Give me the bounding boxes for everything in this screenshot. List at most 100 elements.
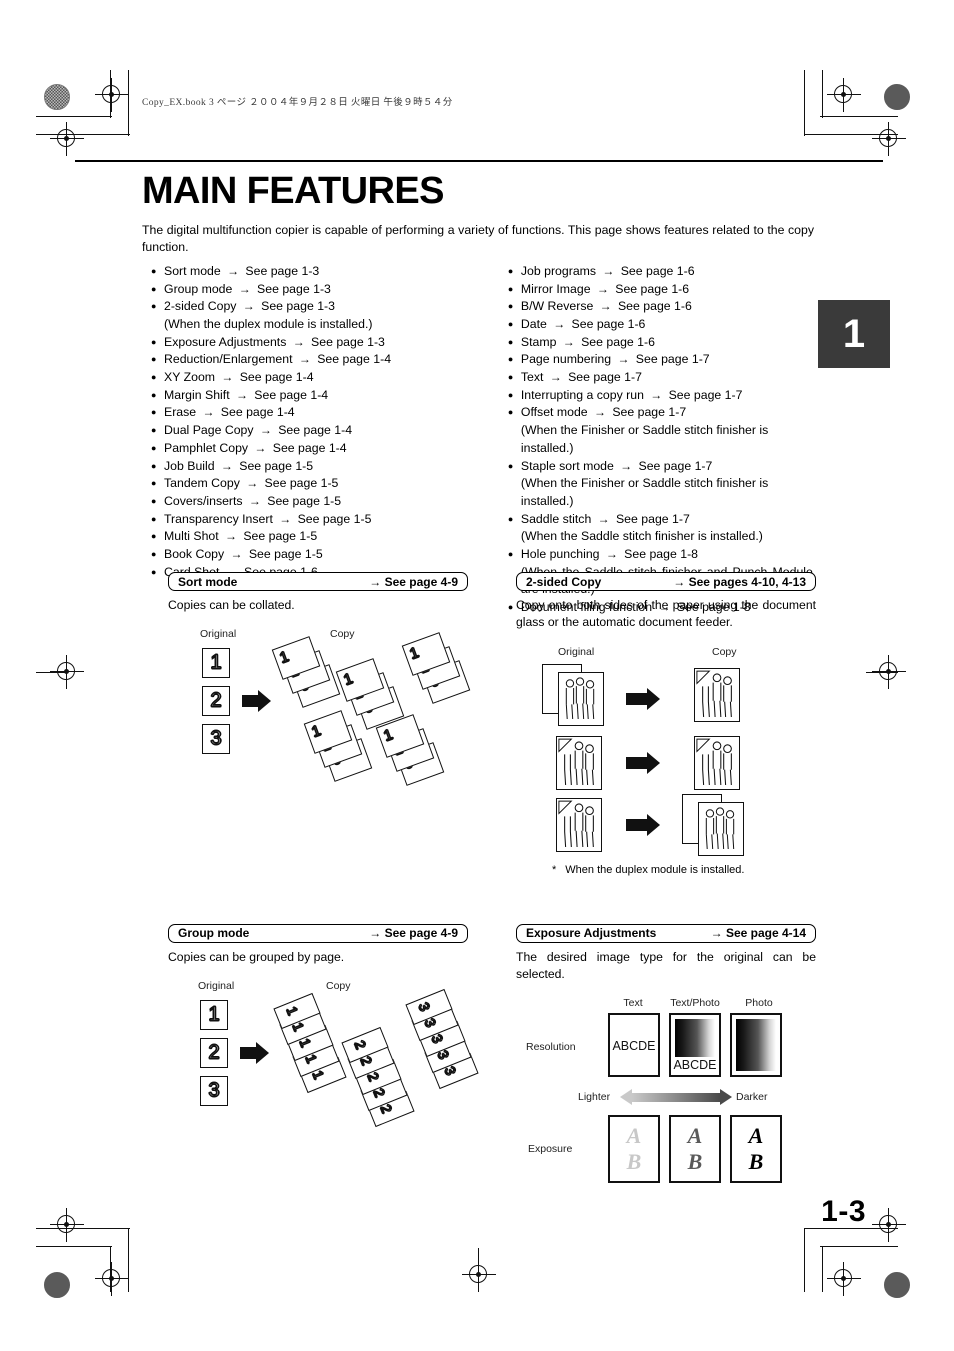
feature-page-ref[interactable]: See page 1-3: [257, 282, 331, 296]
feature-label: Transparency Insert: [164, 511, 273, 526]
page-title: MAIN FEATURES: [142, 170, 444, 212]
copy-set-3-page-1: 1: [407, 644, 422, 664]
copy-set-5-page-1: 1: [381, 726, 396, 746]
expo-col-label-text: Text: [623, 997, 643, 1010]
crop-line-bottom-right-h: [820, 1246, 898, 1248]
panel-desc-group-mode: Copies can be grouped by page.: [168, 949, 345, 964]
feature-page-ref[interactable]: See page 1-3: [245, 264, 319, 278]
panel-row-top: Sort mode → See page 4-9 Copies can be c…: [168, 572, 816, 876]
feature-page-ref[interactable]: See page 1-7: [639, 459, 713, 473]
feature-page-ref[interactable]: See page 1-5: [267, 494, 341, 508]
feature-label: Mirror Image: [520, 281, 591, 296]
figure-sort-mode: Original Copy 1 2 3 1 1 1 1 1: [168, 628, 471, 798]
expo-box-lighter: A B: [608, 1115, 660, 1184]
feature-page-ref[interactable]: See page 1-7: [669, 388, 743, 402]
feature-page-ref[interactable]: See page 1-7: [568, 370, 642, 384]
expo-letter-a-normal: A: [687, 1123, 703, 1149]
panel-ref-sort-mode[interactable]: → See page 4-9: [369, 575, 458, 589]
group-original-sheet-1: 1: [200, 999, 228, 1030]
feature-label: Erase: [164, 405, 197, 420]
feature-item: Date → See page 1-6: [508, 316, 814, 334]
feature-label: Reduction/Enlargement: [164, 352, 293, 367]
group-original-1-number: 1: [208, 1003, 221, 1026]
feature-page-ref[interactable]: See page 1-8: [624, 547, 698, 561]
expo-letter-b-lighter: B: [626, 1149, 642, 1175]
feature-page-ref[interactable]: See page 1-5: [243, 529, 317, 543]
feature-page-ref[interactable]: See page 1-6: [621, 264, 695, 278]
group-stack-3-num-1: 3: [415, 1000, 434, 1014]
feature-page-ref[interactable]: See page 1-6: [581, 335, 655, 349]
feature-page-ref[interactable]: See page 1-7: [616, 512, 690, 526]
arrow-right-icon: →: [242, 476, 262, 491]
feature-page-ref[interactable]: See page 1-6: [618, 299, 692, 313]
feature-page-ref[interactable]: See page 1-4: [221, 405, 295, 419]
feature-page-ref[interactable]: See page 1-5: [239, 459, 313, 473]
feature-page-ref[interactable]: See page 1-5: [249, 547, 323, 561]
feature-item: Job programs → See page 1-6: [508, 263, 814, 281]
feature-page-ref[interactable]: See page 1-4: [317, 352, 391, 366]
people-illustration: [565, 677, 595, 719]
original-sheet-3: 3: [202, 724, 230, 755]
feature-page-ref[interactable]: See page 1-7: [612, 405, 686, 419]
feature-item: Erase → See page 1-4: [151, 404, 473, 422]
feature-page-ref[interactable]: See page 1-4: [278, 423, 352, 437]
feature-page-ref[interactable]: See page 1-5: [298, 512, 372, 526]
panel-two-sided-copy: 2-sided Copy → See pages 4-10, 4-13 Copy…: [516, 572, 816, 876]
feature-item: Page numbering → See page 1-7: [508, 351, 814, 369]
feature-column-right: Job programs → See page 1-6Mirror Image …: [473, 263, 814, 617]
original-sheet-2-number: 2: [210, 689, 223, 712]
feature-page-ref[interactable]: See page 1-7: [636, 352, 710, 366]
halftone-dot-bottom-right: [884, 1272, 910, 1298]
group-original-sheet-3: 3: [200, 1075, 228, 1106]
original-sheet-1-number: 1: [210, 651, 223, 674]
feature-page-ref[interactable]: See page 1-6: [572, 317, 646, 331]
panel-title-sort-mode: Sort mode: [178, 574, 238, 589]
feature-label: Book Copy: [164, 547, 225, 562]
arrow-right-icon: →: [239, 299, 259, 314]
people-illustration: [558, 738, 594, 785]
feature-item: Margin Shift → See page 1-4: [151, 387, 473, 405]
arrow-right-icon: →: [235, 281, 255, 296]
feature-page-ref[interactable]: See page 1-4: [254, 388, 328, 402]
crop-line-top-left-h2: [36, 134, 130, 136]
feature-page-ref[interactable]: See page 1-4: [240, 370, 314, 384]
feature-label: Stamp: [520, 334, 557, 349]
feature-page-ref[interactable]: See page 1-5: [265, 476, 339, 490]
registration-mark-top-right-inner: [827, 78, 861, 112]
arrow-right-icon: →: [251, 440, 270, 455]
panel-ref-exposure-adjustments[interactable]: → See page 4-14: [711, 926, 806, 940]
feature-label: Tandem Copy: [164, 476, 240, 491]
feature-item: 2-sided Copy → See page 1-3: [151, 298, 473, 316]
feature-item: Multi Shot → See page 1-5: [151, 528, 473, 546]
feature-label: Dual Page Copy: [164, 423, 254, 438]
arrow-right-icon: →: [218, 370, 237, 385]
feature-label: Hole punching: [520, 547, 600, 562]
feature-page-ref[interactable]: See page 1-3: [311, 335, 385, 349]
registration-mark-bottom-left-inner: [95, 1262, 129, 1296]
feature-note: (When the duplex module is installed.): [164, 316, 373, 331]
panel-header-exposure-adjustments: Exposure Adjustments → See page 4-14: [516, 923, 816, 943]
arrow-right-icon: →: [599, 263, 618, 278]
arrow-right-icon: →: [596, 299, 615, 314]
panel-ref-two-sided-copy[interactable]: → See pages 4-10, 4-13: [673, 575, 806, 589]
feature-label: Job Build: [164, 458, 215, 473]
arrow-right-icon: →: [275, 511, 295, 526]
crop-line-left-mid: [36, 672, 68, 674]
expo-box-text: ABCDE: [608, 1013, 660, 1078]
panel-title-group-mode: Group mode: [178, 926, 250, 941]
header-rule: [75, 160, 883, 162]
panel-sort-mode: Sort mode → See page 4-9 Copies can be c…: [168, 572, 471, 876]
page-content: MAIN FEATURES The digital multifunction …: [142, 170, 814, 617]
feature-label: B/W Reverse: [520, 299, 594, 314]
feature-page-ref[interactable]: See page 1-3: [261, 299, 335, 313]
figure-note-text: When the duplex module is installed.: [565, 863, 745, 876]
feature-page-ref[interactable]: See page 1-6: [615, 282, 689, 296]
registration-mark-bottom-right-inner: [827, 1262, 861, 1296]
people-illustration: [696, 738, 732, 785]
feature-page-ref[interactable]: See page 1-4: [273, 441, 347, 455]
copy-doc-row1: [694, 667, 740, 722]
panel-ref-group-mode[interactable]: → See page 4-9: [369, 926, 458, 940]
feature-item: Book Copy → See page 1-5: [151, 546, 473, 564]
panel-exposure-adjustments: Exposure Adjustments → See page 4-14 The…: [516, 923, 816, 1198]
feature-list-left: Sort mode → See page 1-3Group mode → See…: [142, 263, 473, 582]
